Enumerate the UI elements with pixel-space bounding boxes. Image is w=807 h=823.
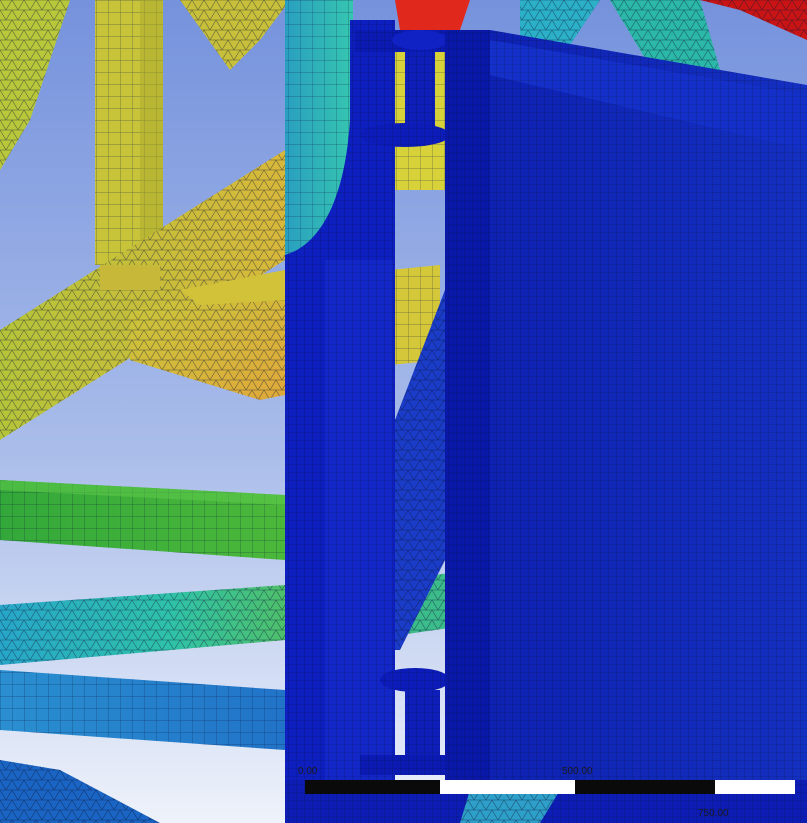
scale-bar-segment-4: [715, 780, 795, 794]
scale-label-mid: 500.00: [562, 766, 593, 777]
scale-bar-segment-3: [575, 780, 715, 794]
scale-label-start: 0.00: [298, 766, 318, 777]
scale-bar-segment-1: [305, 780, 440, 794]
mesh-model-view[interactable]: [0, 0, 807, 823]
main-blue-plate: [445, 30, 807, 823]
scale-bar-segment-2: [440, 780, 575, 794]
scale-label-end: 750.00: [698, 808, 729, 819]
yellow-vertical-column: [95, 0, 163, 265]
graphics-viewport[interactable]: 0.00 500.00 750.00: [0, 0, 807, 823]
